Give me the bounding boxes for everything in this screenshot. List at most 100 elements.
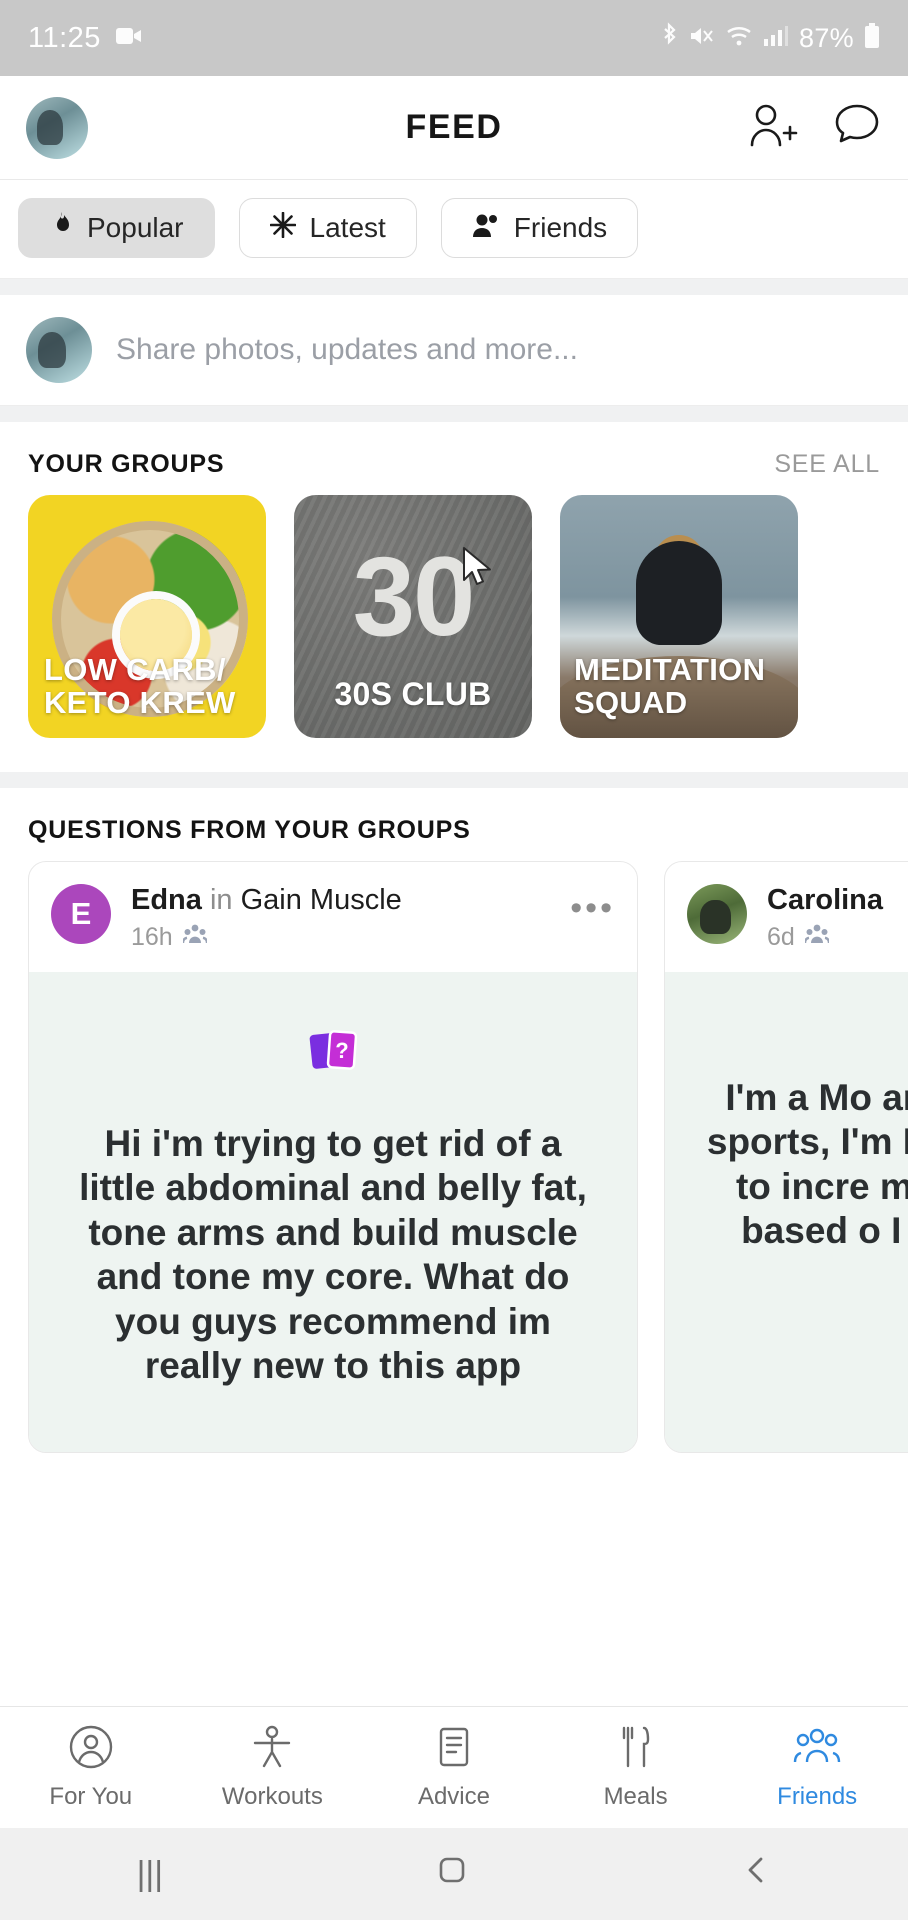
people-group-icon xyxy=(793,1724,841,1775)
your-groups-header: YOUR GROUPS SEE ALL xyxy=(0,422,908,495)
filter-chip-friends-label: Friends xyxy=(513,212,608,243)
nav-label-workouts: Workouts xyxy=(221,1783,323,1810)
wifi-icon xyxy=(725,25,753,52)
phone-screen: 11:25 87% FEED Popular Latest Friends Sh… xyxy=(0,0,908,1920)
question-card-carolina[interactable]: Carolina 6d I'm a Mo and I hav sports, I… xyxy=(664,861,908,1453)
battery-icon xyxy=(864,22,880,54)
back-icon[interactable] xyxy=(741,1854,771,1895)
group-card-keto[interactable]: LOW CARB/ KETO KREW xyxy=(28,495,266,738)
group-people-icon-2 xyxy=(803,923,831,952)
question-author-line: Edna in Gain Muscle xyxy=(131,884,402,917)
nav-item-workouts[interactable]: Workouts xyxy=(182,1724,364,1811)
question-text: Hi i'm trying to get rid of a little abd… xyxy=(79,1123,587,1386)
filter-chip-latest[interactable]: Latest xyxy=(238,198,417,258)
status-bar-left: 11:25 xyxy=(28,22,143,55)
question-author-meta: Edna in Gain Muscle 16h xyxy=(131,884,402,952)
questions-section: QUESTIONS FROM YOUR GROUPS E Edna in Gai… xyxy=(0,788,908,1453)
battery-percent: 87% xyxy=(799,22,854,53)
document-lines-icon xyxy=(431,1724,477,1775)
sparkle-icon xyxy=(269,211,296,245)
recents-icon[interactable]: ||| xyxy=(137,1855,164,1894)
group-people-icon xyxy=(181,923,208,952)
question-text-2: I'm a Mo and I hav sports, I'm I have ne… xyxy=(706,1077,908,1252)
group-card-30s-label: 30S CLUB xyxy=(334,676,492,713)
running-person-icon xyxy=(249,1724,295,1775)
avatar-initial-edna: E xyxy=(51,884,111,944)
chat-bubble-icon[interactable] xyxy=(832,101,882,154)
avatar-photo-carolina xyxy=(687,884,747,944)
question-author-meta-2: Carolina 6d xyxy=(767,884,883,952)
question-card-edna[interactable]: E Edna in Gain Muscle 16h ••• ? Hi i'm t… xyxy=(28,861,638,1453)
group-card-keto-label: LOW CARB/ KETO KREW xyxy=(44,652,256,721)
your-groups-title: YOUR GROUPS xyxy=(28,450,225,478)
question-timestamp: 16h xyxy=(131,923,173,951)
app-bar-actions xyxy=(746,101,882,154)
home-icon[interactable] xyxy=(436,1854,468,1895)
post-composer[interactable]: Share photos, updates and more... xyxy=(0,295,908,406)
question-in-word: in xyxy=(209,884,233,916)
section-divider-3 xyxy=(0,772,908,788)
question-card-body-2: I'm a Mo and I hav sports, I'm I have ne… xyxy=(665,972,908,1452)
person-circle-icon xyxy=(68,1724,114,1775)
svg-text:?: ? xyxy=(335,1038,348,1063)
question-card-header-2: Carolina 6d xyxy=(665,862,908,972)
section-divider-2 xyxy=(0,406,908,422)
group-card-30s-big-number: 30 xyxy=(352,534,476,659)
profile-avatar[interactable] xyxy=(26,96,88,159)
cellular-signal-icon xyxy=(763,25,789,52)
see-all-link[interactable]: SEE ALL xyxy=(774,450,880,479)
nav-label-advice: Advice xyxy=(417,1783,490,1810)
nav-item-friends[interactable]: Friends xyxy=(726,1724,908,1811)
filter-chip-popular[interactable]: Popular xyxy=(18,198,215,258)
composer-input[interactable]: Share photos, updates and more... xyxy=(116,333,578,367)
filter-chip-latest-label: Latest xyxy=(309,212,386,243)
android-system-nav: ||| xyxy=(0,1828,908,1920)
video-camera-icon xyxy=(115,25,143,52)
question-group-name[interactable]: Gain Muscle xyxy=(241,884,402,916)
nav-label-friends: Friends xyxy=(777,1783,858,1810)
meditating-person-shape xyxy=(636,541,722,645)
question-cards-icon: ? xyxy=(65,1016,601,1088)
nav-item-meals[interactable]: Meals xyxy=(545,1724,727,1811)
nav-label-for-you: For You xyxy=(49,1783,133,1810)
nav-label-meals: Meals xyxy=(603,1783,668,1810)
group-card-meditation-line1: MEDITATION xyxy=(574,652,766,688)
question-author-name-2: Carolina xyxy=(767,884,884,916)
more-horizontal-icon[interactable]: ••• xyxy=(570,884,615,925)
question-time-row-2: 6d xyxy=(767,923,883,952)
groups-carousel[interactable]: LOW CARB/ KETO KREW 30 30S CLUB MEDITATI… xyxy=(0,495,908,772)
group-card-meditation-line2: SQUAD xyxy=(574,685,688,721)
filter-chip-popular-label: Popular xyxy=(87,212,184,243)
app-bar: FEED xyxy=(0,76,908,180)
bottom-navigation: For You Workouts Advice Meals Friends xyxy=(0,1706,908,1828)
fork-knife-icon xyxy=(613,1724,659,1775)
section-divider xyxy=(0,279,908,295)
filter-bar: Popular Latest Friends xyxy=(0,180,908,279)
bluetooth-icon xyxy=(659,21,679,55)
questions-carousel[interactable]: E Edna in Gain Muscle 16h ••• ? Hi i'm t… xyxy=(0,861,908,1453)
group-card-keto-line1: LOW CARB/ xyxy=(44,652,226,688)
nav-item-advice[interactable]: Advice xyxy=(363,1724,545,1811)
mouse-cursor xyxy=(462,546,496,595)
mute-icon xyxy=(689,24,715,53)
flame-icon xyxy=(49,211,73,246)
question-timestamp-2: 6d xyxy=(767,923,795,951)
your-groups-section: YOUR GROUPS SEE ALL LOW CARB/ KETO KREW … xyxy=(0,422,908,772)
group-card-keto-line2: KETO KREW xyxy=(44,685,236,721)
nav-item-for-you[interactable]: For You xyxy=(0,1724,182,1811)
composer-avatar xyxy=(26,317,92,383)
filter-chip-friends[interactable]: Friends xyxy=(440,198,639,258)
group-card-30s-club[interactable]: 30 30S CLUB xyxy=(294,495,532,738)
question-author-name: Edna xyxy=(131,884,202,916)
filter-chip-list: Popular Latest Friends xyxy=(18,198,890,258)
people-icon xyxy=(472,212,500,245)
status-time: 11:25 xyxy=(28,21,101,54)
add-person-icon[interactable] xyxy=(746,101,798,154)
status-bar: 11:25 87% xyxy=(0,0,908,76)
questions-title: QUESTIONS FROM YOUR GROUPS xyxy=(28,816,471,844)
question-card-body: ? Hi i'm trying to get rid of a little a… xyxy=(29,972,637,1452)
question-card-header: E Edna in Gain Muscle 16h ••• xyxy=(29,862,637,972)
question-time-row: 16h xyxy=(131,923,402,952)
group-card-meditation[interactable]: MEDITATION SQUAD xyxy=(560,495,798,738)
questions-header: QUESTIONS FROM YOUR GROUPS xyxy=(0,788,908,861)
